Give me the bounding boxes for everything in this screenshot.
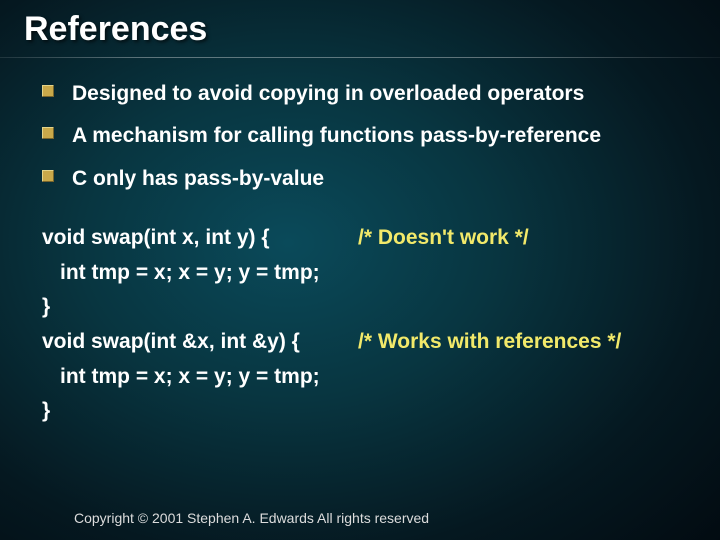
code-line: } [42,394,688,429]
bullet-item: A mechanism for calling functions pass-b… [42,122,688,150]
bullet-icon [42,85,54,97]
slide-content: Designed to avoid copying in overloaded … [0,80,720,429]
title-divider [0,57,720,58]
code-close-brace: } [42,290,50,325]
copyright-footer: Copyright © 2001 Stephen A. Edwards All … [74,510,429,526]
code-body: int tmp = x; x = y; y = tmp; [60,256,320,291]
code-comment: /* Works with references */ [358,325,621,360]
code-signature: void swap(int &x, int &y) { [42,325,352,360]
code-body: int tmp = x; x = y; y = tmp; [60,360,320,395]
code-line: int tmp = x; x = y; y = tmp; [42,256,688,291]
code-comment: /* Doesn't work */ [358,221,529,256]
bullet-item: Designed to avoid copying in overloaded … [42,80,688,108]
bullet-icon [42,170,54,182]
bullet-text: Designed to avoid copying in overloaded … [72,80,584,108]
code-line: void swap(int &x, int &y) { /* Works wit… [42,325,688,360]
bullet-text: A mechanism for calling functions pass-b… [72,122,601,150]
code-line: int tmp = x; x = y; y = tmp; [42,360,688,395]
code-signature: void swap(int x, int y) { [42,221,352,256]
bullet-text: C only has pass-by-value [72,165,324,193]
bullet-icon [42,127,54,139]
slide-title: References [0,0,720,57]
code-close-brace: } [42,394,50,429]
code-example: void swap(int x, int y) { /* Doesn't wor… [42,221,688,429]
bullet-item: C only has pass-by-value [42,165,688,193]
code-line: void swap(int x, int y) { /* Doesn't wor… [42,221,688,256]
code-line: } [42,290,688,325]
